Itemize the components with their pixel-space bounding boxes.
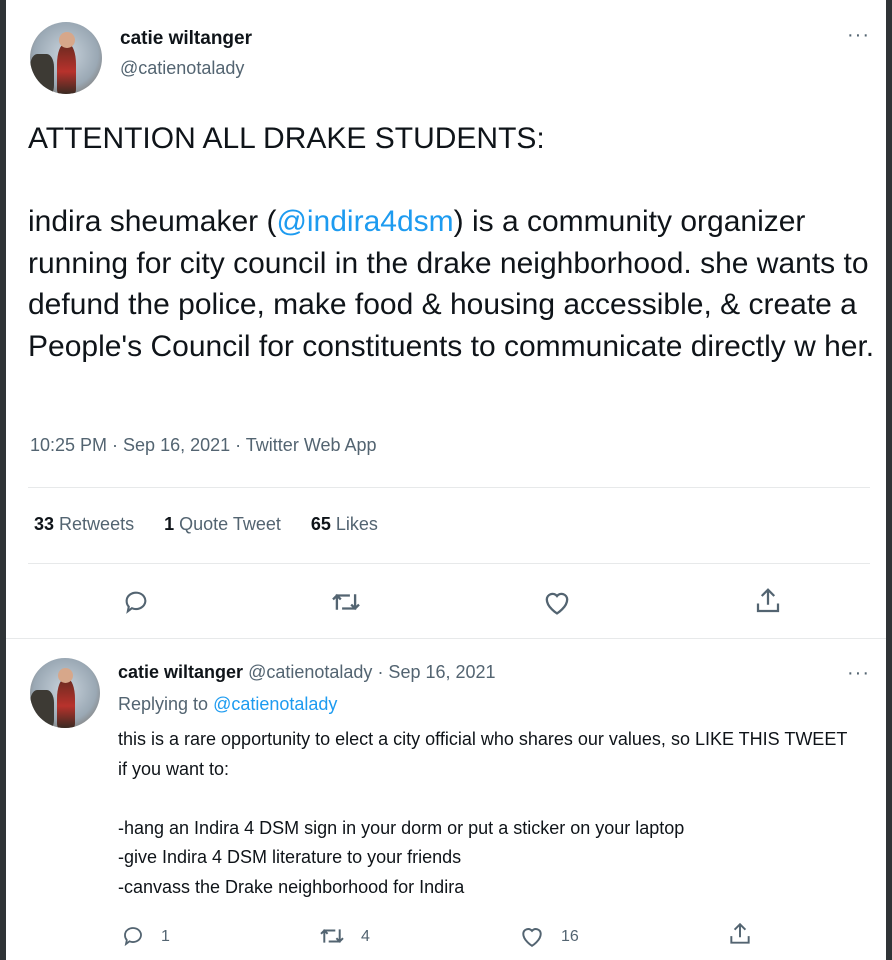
quotes-stat[interactable]: 1 Quote Tweet [164, 514, 281, 535]
tweet-heading: ATTENTION ALL DRAKE STUDENTS: [28, 122, 545, 155]
divider [6, 638, 886, 639]
retweet-count: 4 [361, 928, 370, 945]
reply-count: 1 [161, 928, 170, 945]
avatar[interactable] [30, 22, 102, 94]
reply-text: this is a rare opportunity to elect a ci… [118, 729, 847, 897]
retweet-icon[interactable] [318, 925, 346, 947]
reply-author-handle[interactable]: @catienotalady [248, 662, 372, 682]
tweet-text-start: indira sheumaker ( [28, 205, 277, 238]
share-icon[interactable] [727, 921, 753, 947]
engagement-stats: 33 Retweets 1 Quote Tweet 65 Likes [34, 514, 378, 535]
retweets-count: 33 [34, 514, 55, 534]
mention-link[interactable]: @indira4dsm [276, 205, 453, 238]
retweets-label: Retweets [59, 514, 135, 534]
retweets-stat[interactable]: 33 Retweets [34, 514, 134, 535]
window-frame-left [0, 0, 6, 960]
retweet-icon[interactable] [330, 589, 362, 615]
tweet-metadata[interactable]: 10:25 PM · Sep 16, 2021 · Twitter Web Ap… [30, 435, 377, 456]
divider [28, 563, 870, 564]
reply-date[interactable]: · Sep 16, 2021 [377, 662, 495, 682]
avatar-head [58, 32, 75, 48]
author-name[interactable]: catie wiltanger [120, 28, 252, 50]
reply-icon[interactable] [121, 588, 151, 616]
reply-author-name[interactable]: catie wiltanger [118, 662, 243, 682]
tweet-text: ATTENTION ALL DRAKE STUDENTS: indira she… [28, 118, 878, 367]
like-icon[interactable] [541, 588, 573, 616]
likes-stat[interactable]: 65 Likes [311, 514, 378, 535]
quotes-count: 1 [164, 514, 175, 534]
reply-avatar[interactable] [30, 658, 100, 728]
share-icon[interactable] [753, 586, 783, 616]
divider [28, 487, 870, 488]
like-icon[interactable] [518, 924, 546, 948]
likes-count: 65 [310, 514, 331, 534]
more-options-icon[interactable]: ··· [847, 663, 870, 683]
avatar-shadow [30, 689, 54, 728]
quotes-label: Quote Tweet [179, 514, 281, 534]
likes-label: Likes [335, 514, 378, 534]
window-frame-right [886, 0, 892, 960]
author-handle[interactable]: @catienotalady [120, 58, 244, 79]
replying-prefix: Replying to [118, 694, 209, 714]
like-count: 16 [561, 928, 579, 945]
avatar-shadow [30, 54, 55, 94]
replying-handle-link[interactable]: @catienotalady [213, 694, 337, 714]
reply-icon[interactable] [120, 924, 146, 948]
more-options-icon[interactable]: ··· [847, 25, 870, 45]
avatar-figure [57, 43, 77, 94]
replying-to: Replying to @catienotalady [118, 694, 337, 715]
reply-header: catie wiltanger @catienotalady · Sep 16,… [118, 662, 496, 683]
avatar-figure [56, 679, 75, 728]
